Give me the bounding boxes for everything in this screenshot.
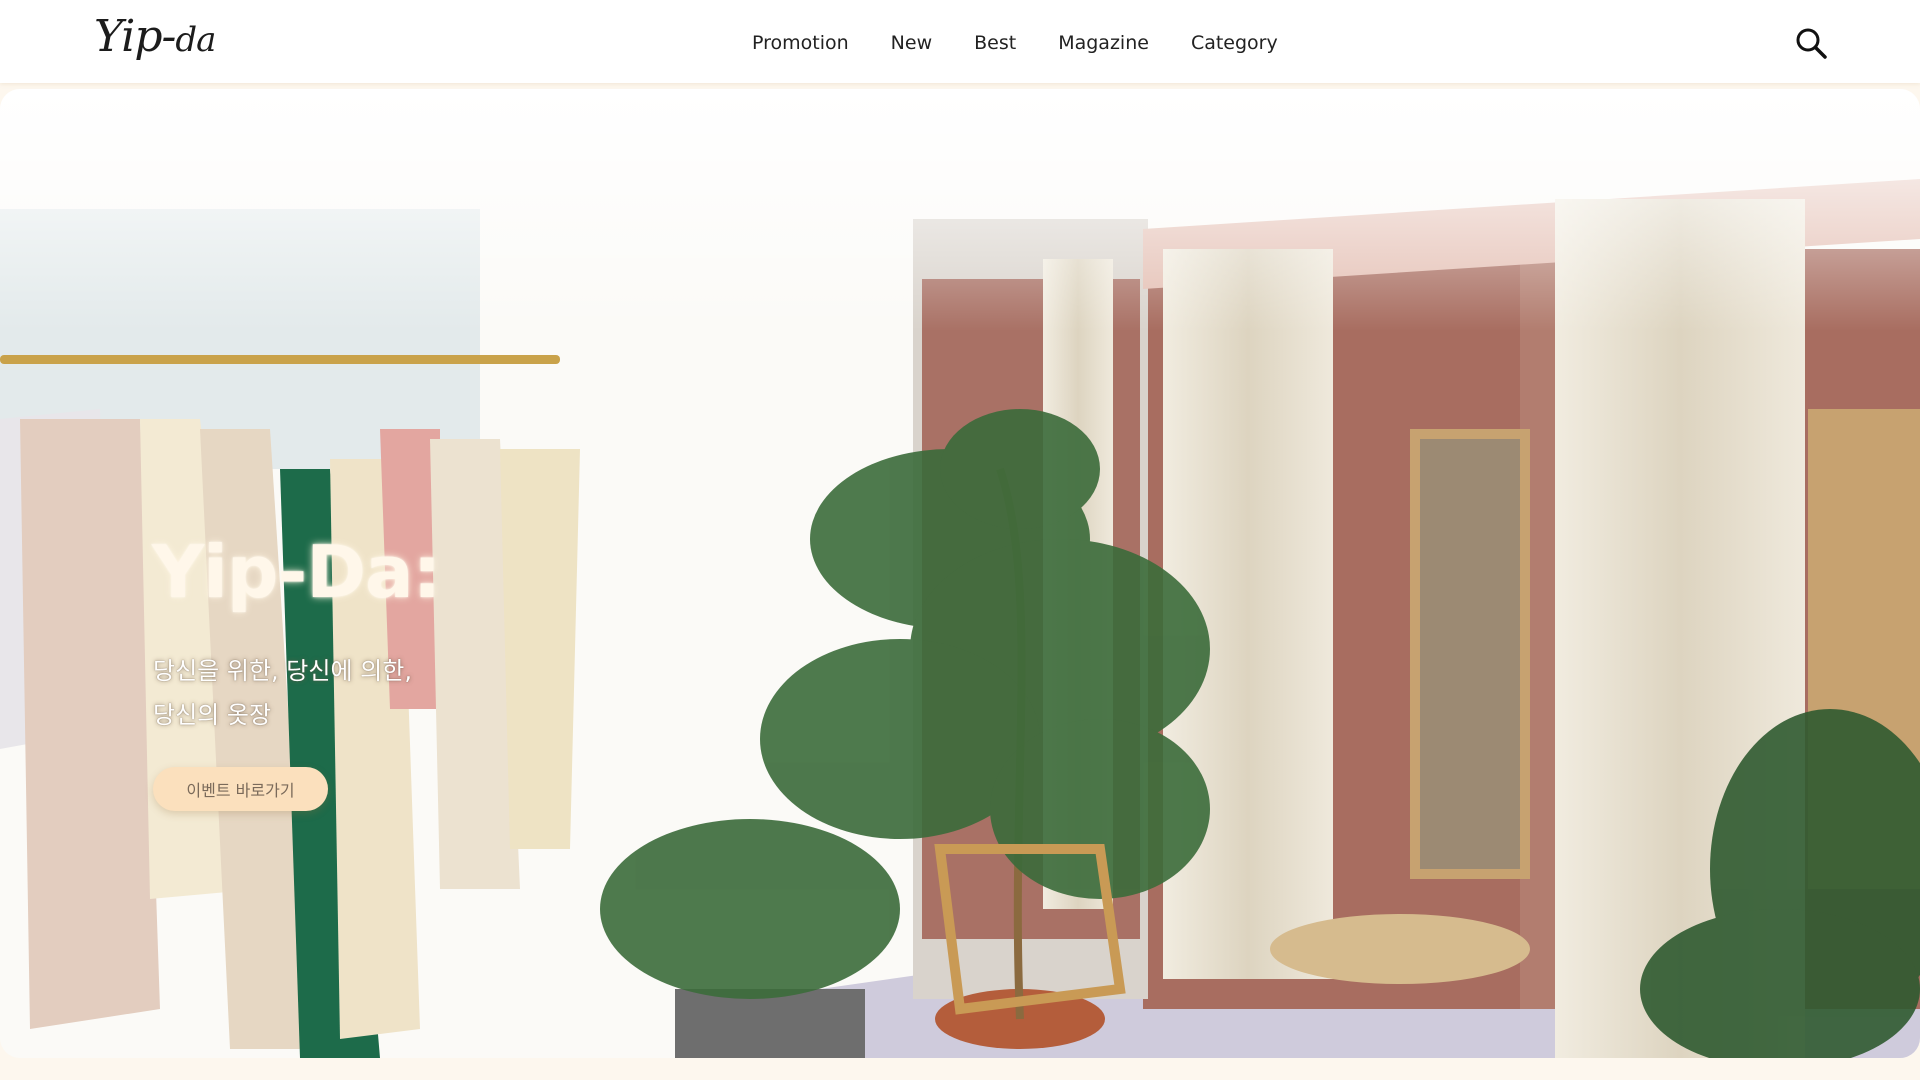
nav-item-category[interactable]: Category bbox=[1191, 28, 1278, 58]
hero-subtitle-line2: 당신의 옷장 bbox=[153, 701, 272, 729]
nav-item-promotion[interactable]: Promotion bbox=[752, 28, 849, 58]
top-navigation-bar: Yip-da Promotion New Best Magazine Categ… bbox=[0, 0, 1920, 83]
hero-title: Yip-Da: bbox=[152, 530, 441, 614]
event-cta-button[interactable]: 이벤트 바로가기 bbox=[153, 767, 328, 811]
page-bottom-strip bbox=[0, 1058, 1920, 1080]
nav-item-best[interactable]: Best bbox=[974, 28, 1016, 58]
search-icon[interactable] bbox=[1794, 26, 1828, 60]
brand-logo[interactable]: Yip-da bbox=[94, 6, 216, 68]
nav-item-new[interactable]: New bbox=[891, 28, 932, 58]
hero-banner: Yip-Da: 당신을 위한, 당신에 의한, 당신의 옷장 이벤트 바로가기 bbox=[0, 89, 1920, 1058]
hero-subtitle-line1: 당신을 위한, 당신에 의한, bbox=[153, 657, 412, 685]
hero-subtitle: 당신을 위한, 당신에 의한, 당신의 옷장 bbox=[153, 649, 412, 737]
nav-item-magazine[interactable]: Magazine bbox=[1058, 28, 1149, 58]
main-nav: Promotion New Best Magazine Category bbox=[752, 28, 1278, 58]
